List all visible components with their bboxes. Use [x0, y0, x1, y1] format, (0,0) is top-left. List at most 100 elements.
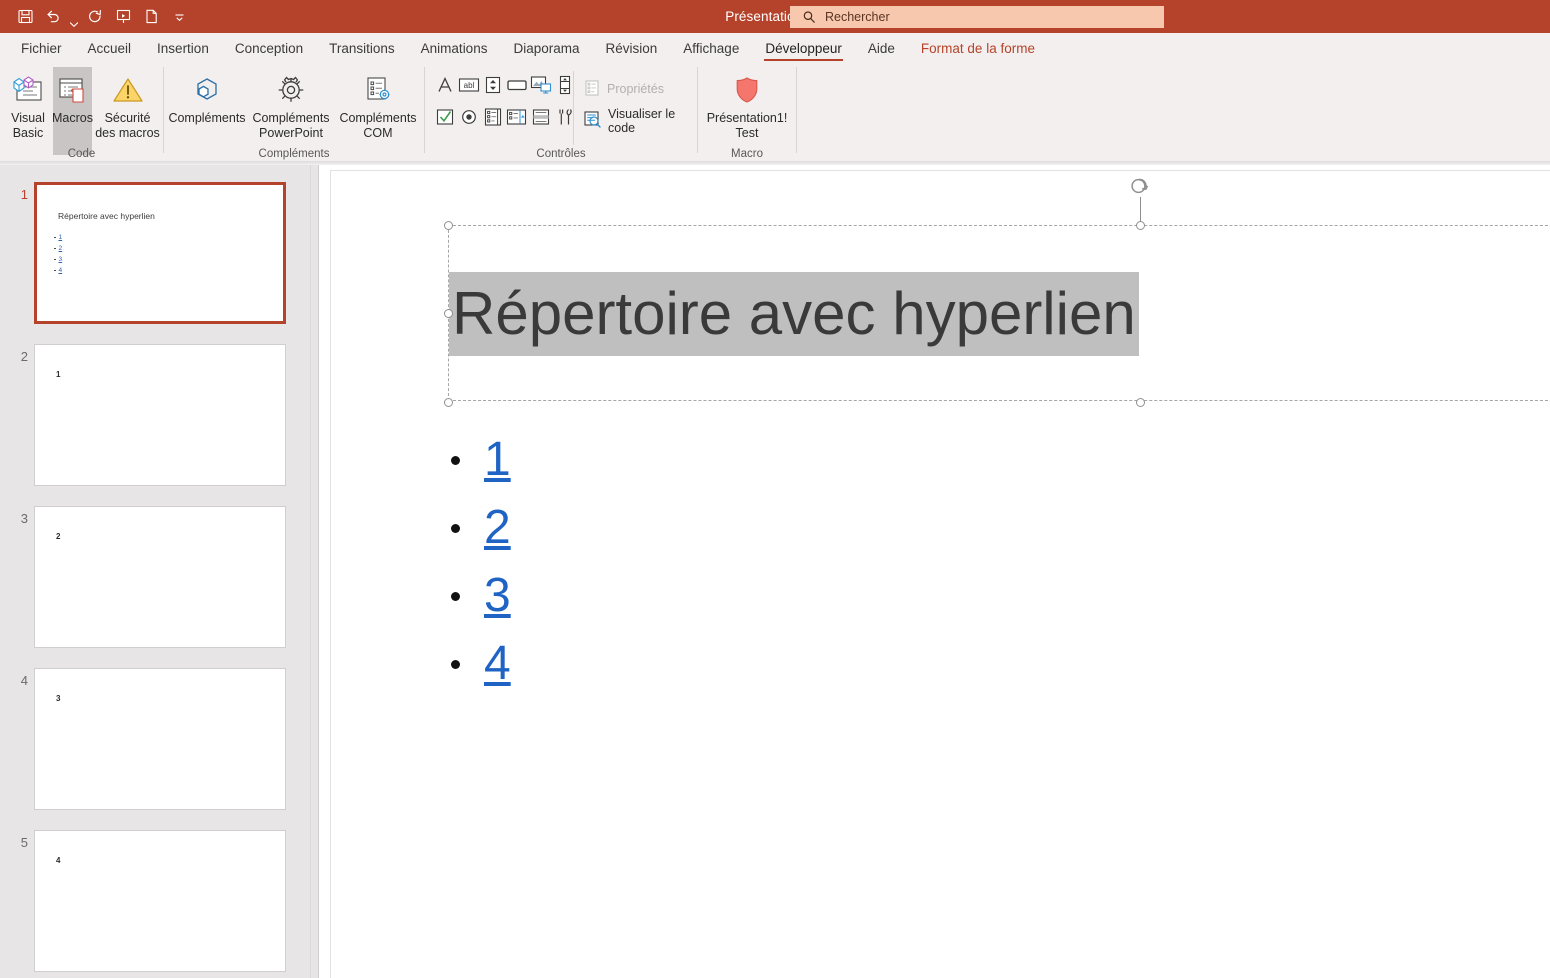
combobox-control-icon [506, 107, 528, 132]
hyperlink-1[interactable]: 1 [484, 433, 511, 487]
thumbnail-bullet-link: 3 [58, 255, 63, 263]
thumbnail-body-text: 1 [56, 370, 61, 379]
visual-basic-button[interactable]: Visual Basic [3, 67, 53, 141]
image-control-button[interactable] [529, 75, 553, 99]
more-controls-icon [555, 107, 575, 132]
ribbon-separator-4 [796, 67, 797, 153]
macros-button[interactable]: Macros [52, 67, 93, 155]
togglebutton-control-icon [531, 107, 551, 132]
content-placeholder-bullets[interactable]: 1 2 3 4 [451, 426, 511, 698]
redo-button[interactable] [82, 4, 108, 30]
save-button[interactable] [12, 4, 38, 30]
tab-conception[interactable]: Conception [222, 33, 316, 63]
bullet-dot-icon [54, 236, 56, 239]
thumbnail-bullet-list: 1 2 3 4 [54, 232, 62, 276]
visual-basic-icon [11, 73, 45, 107]
view-code-icon [583, 110, 602, 132]
tab-insertion[interactable]: Insertion [144, 33, 222, 63]
commandbutton-control-button[interactable] [505, 75, 529, 99]
thumbnail-slide-3[interactable]: 2 [34, 506, 286, 648]
label-control-button[interactable] [433, 75, 457, 99]
listbox-control-icon [483, 107, 503, 132]
resize-handle-bottom-center[interactable] [1136, 398, 1145, 407]
tab-accueil[interactable]: Accueil [75, 33, 145, 63]
thumbnail-slide-2[interactable]: 1 [34, 344, 286, 486]
tab-animations[interactable]: Animations [408, 33, 501, 63]
visual-basic-label-line1: Visual [11, 111, 45, 125]
textbox-control-button[interactable]: abl [457, 75, 481, 99]
tab-developpeur[interactable]: Développeur [752, 33, 855, 63]
slide-thumbnail-pane[interactable]: 1 Répertoire avec hyperlien 1 2 3 4 2 1 … [0, 165, 318, 978]
list-item[interactable]: 3 [451, 562, 511, 630]
start-slideshow-button[interactable] [110, 4, 136, 30]
checkbox-control-button[interactable] [433, 107, 457, 131]
macros-label: Macros [52, 111, 93, 125]
bullet-dot-icon [54, 269, 56, 272]
togglebutton-control-button[interactable] [529, 107, 553, 131]
search-placeholder: Rechercher [825, 10, 890, 24]
list-item: 4 [54, 265, 62, 276]
label-control-icon [435, 75, 455, 100]
hyperlink-3[interactable]: 3 [484, 569, 511, 623]
search-icon [802, 10, 816, 24]
bullet-dot-icon [451, 591, 460, 601]
addins-button[interactable]: Compléments [168, 67, 246, 126]
thumbnail-bullet-link: 4 [58, 266, 63, 274]
powerpoint-addins-button[interactable]: Compléments PowerPoint [248, 67, 334, 141]
com-addins-icon [362, 73, 394, 107]
view-code-button[interactable]: Visualiser le code [583, 107, 697, 135]
resize-handle-top-left[interactable] [444, 221, 453, 230]
title-placeholder[interactable]: Répertoire avec hyperlien [444, 178, 1550, 407]
list-item[interactable]: 1 [451, 426, 511, 494]
tab-fichier[interactable]: Fichier [8, 33, 75, 63]
tab-aide[interactable]: Aide [855, 33, 908, 63]
properties-button[interactable]: Propriétés [583, 77, 670, 101]
list-item: 1 [54, 232, 62, 243]
addins-icon [189, 73, 225, 107]
scrollbar-control-icon [556, 75, 574, 100]
tab-diaporama[interactable]: Diaporama [500, 33, 592, 63]
search-input[interactable]: Rechercher [790, 6, 1164, 28]
thumbnail-title: Répertoire avec hyperlien [58, 211, 155, 221]
hyperlink-2[interactable]: 2 [484, 501, 511, 555]
resize-handle-middle-left[interactable] [444, 309, 453, 318]
slide-canvas[interactable]: Répertoire avec hyperlien 1 2 3 4 [330, 170, 1550, 978]
ribbon-group-label-complements: Compléments [258, 148, 330, 160]
list-item[interactable]: 2 [451, 494, 511, 562]
hyperlink-4[interactable]: 4 [484, 637, 511, 691]
resize-handle-bottom-left[interactable] [444, 398, 453, 407]
thumbnail-bullet-link: 2 [58, 244, 63, 252]
title-bar: Présentation1 ▼ Rechercher [0, 0, 1550, 33]
rotate-handle-stem [1140, 197, 1141, 222]
addins-label: Compléments [168, 111, 246, 125]
tab-affichage[interactable]: Affichage [670, 33, 752, 63]
list-item[interactable]: 4 [451, 630, 511, 698]
textbox-control-icon: abl [458, 76, 480, 99]
tab-transitions[interactable]: Transitions [316, 33, 408, 63]
bullet-dot-icon [54, 258, 56, 261]
spinbutton-control-button[interactable] [481, 75, 505, 99]
commandbutton-control-icon [506, 76, 528, 99]
combobox-control-button[interactable] [505, 107, 529, 131]
macro-test-button[interactable]: Présentation1! Test [706, 67, 788, 141]
undo-dropdown-icon[interactable] [68, 1, 80, 33]
tab-revision[interactable]: Révision [593, 33, 671, 63]
customize-qat-button[interactable] [166, 4, 192, 30]
thumbnail-slide-4[interactable]: 3 [34, 668, 286, 810]
thumbnail-slide-5[interactable]: 4 [34, 830, 286, 972]
com-addins-button[interactable]: Compléments COM [336, 67, 420, 141]
properties-label: Propriétés [607, 82, 664, 96]
new-button[interactable] [138, 4, 164, 30]
warning-triangle-icon [112, 73, 144, 107]
bullet-dot-icon [451, 523, 460, 533]
ribbon-group-label-controles: Contrôles [536, 148, 586, 160]
listbox-control-button[interactable] [481, 107, 505, 131]
macro-security-button[interactable]: Sécurité des macros [94, 67, 161, 141]
undo-button[interactable] [40, 4, 66, 30]
resize-handle-top-center[interactable] [1136, 221, 1145, 230]
optionbutton-control-button[interactable] [457, 107, 481, 131]
tab-format-de-la-forme[interactable]: Format de la forme [908, 33, 1048, 63]
rotate-handle[interactable] [1128, 174, 1152, 198]
ribbon-group-controles: abl Propriétés Visualiser le code Contrô… [425, 63, 697, 161]
thumbnail-slide-1[interactable]: Répertoire avec hyperlien 1 2 3 4 [34, 182, 286, 324]
